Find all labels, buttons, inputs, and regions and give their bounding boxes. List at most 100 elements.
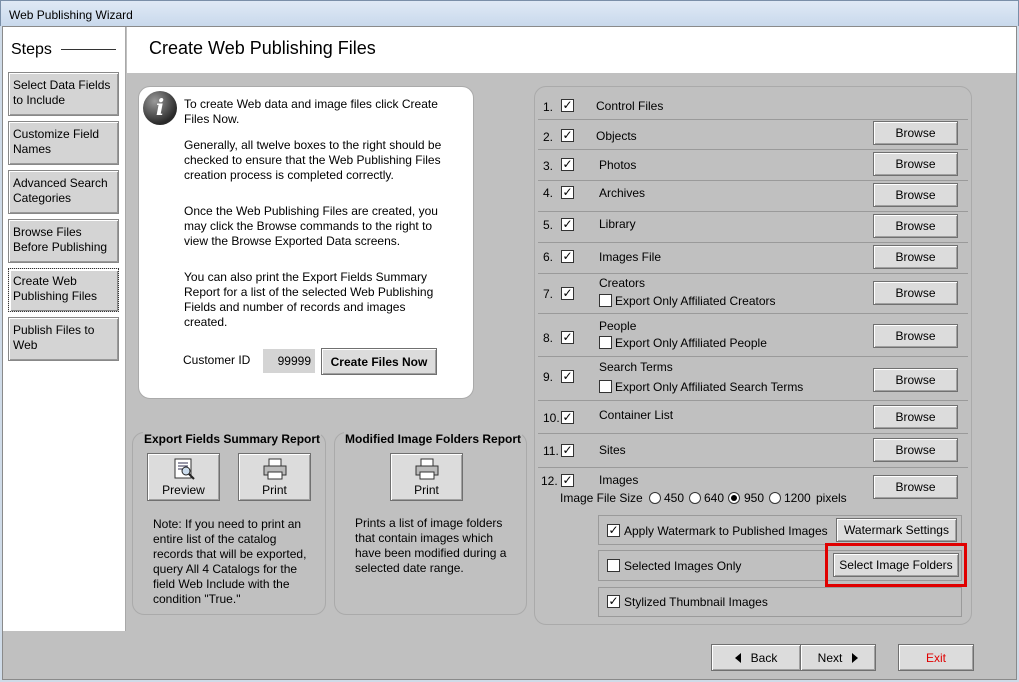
library-browse-button[interactable]: Browse (873, 214, 958, 238)
step-browse-files[interactable]: Browse Files Before Publishing (8, 219, 119, 263)
file-number: 11. (543, 444, 559, 458)
step-select-data-fields[interactable]: Select Data Fields to Include (8, 72, 119, 116)
modified-image-folders-panel: Modified Image Folders Report Print Prin… (334, 432, 527, 615)
photos-checkbox[interactable]: ✓ (561, 158, 574, 171)
window-title: Web Publishing Wizard (9, 8, 133, 22)
exit-button[interactable]: Exit (898, 644, 974, 671)
printer-icon (415, 458, 438, 480)
container-list-checkbox[interactable]: ✓ (561, 411, 574, 424)
archives-label: Archives (599, 186, 646, 200)
image-folders-print-button[interactable]: Print (390, 453, 463, 501)
file-number: 3. (543, 159, 554, 173)
apply-watermark-checkbox[interactable]: ✓ (607, 524, 620, 537)
file-number: 9. (543, 370, 554, 384)
export-summary-report-title: Export Fields Summary Report (143, 432, 322, 446)
info-panel: i To create Web data and image files cli… (138, 86, 474, 399)
affiliated-search-terms-label: Export Only Affiliated Search Terms (615, 380, 804, 394)
size-950-radio[interactable] (728, 492, 740, 504)
preview-button[interactable]: Preview (147, 453, 220, 501)
next-label: Next (817, 650, 843, 665)
row-divider (538, 467, 968, 468)
selected-images-only-checkbox[interactable] (607, 559, 620, 572)
pixels-unit-label: pixels (816, 491, 847, 505)
size-640-label: 640 (704, 491, 725, 505)
container-list-browse-button[interactable]: Browse (873, 405, 958, 429)
control-files-label: Control Files (596, 99, 664, 113)
affiliated-search-terms-checkbox[interactable] (599, 380, 612, 393)
control-files-checkbox[interactable]: ✓ (561, 99, 574, 112)
file-number: 2. (543, 130, 554, 144)
steps-heading: Steps (11, 41, 52, 58)
people-browse-button[interactable]: Browse (873, 324, 958, 348)
info-icon: i (143, 91, 177, 125)
search-terms-checkbox[interactable]: ✓ (561, 370, 574, 383)
container-list-label: Container List (599, 408, 674, 422)
arrow-left-icon (734, 652, 741, 663)
stylized-thumbnails-checkbox[interactable]: ✓ (607, 595, 620, 608)
affiliated-people-checkbox[interactable] (599, 336, 612, 349)
export-summary-note: Note: If you need to print an entire lis… (153, 517, 307, 606)
next-button[interactable]: Next (800, 644, 876, 671)
affiliated-people-label: Export Only Affiliated People (615, 336, 767, 350)
create-files-now-button[interactable]: Create Files Now (321, 348, 437, 375)
images-file-browse-button[interactable]: Browse (873, 245, 958, 269)
row-divider (538, 180, 968, 181)
creators-browse-button[interactable]: Browse (873, 281, 958, 305)
objects-checkbox[interactable]: ✓ (561, 129, 574, 142)
file-number: 8. (543, 331, 554, 345)
image-folders-note: Prints a list of image folders that cont… (355, 516, 507, 575)
preview-icon (174, 458, 195, 480)
export-summary-report-panel: Export Fields Summary Report Preview Pri… (132, 432, 326, 615)
row-divider (538, 273, 968, 274)
affiliated-creators-label: Export Only Affiliated Creators (615, 294, 776, 308)
export-summary-print-button[interactable]: Print (238, 453, 311, 501)
size-1200-radio[interactable] (769, 492, 781, 504)
affiliated-creators-checkbox[interactable] (599, 294, 612, 307)
library-checkbox[interactable]: ✓ (561, 218, 574, 231)
title-bar: Web Publishing Wizard (0, 0, 1019, 26)
file-number: 4. (543, 186, 554, 200)
step-customize-field-names[interactable]: Customize Field Names (8, 121, 119, 165)
row-divider (538, 211, 968, 212)
watermark-settings-button[interactable]: Watermark Settings (836, 518, 957, 542)
apply-watermark-label: Apply Watermark to Published Images (624, 524, 828, 538)
images-browse-button[interactable]: Browse (873, 475, 958, 499)
step-advanced-search-categories[interactable]: Advanced Search Categories (8, 170, 119, 214)
info-text-4: You can also print the Export Fields Sum… (184, 270, 434, 329)
size-950-label: 950 (744, 491, 765, 505)
file-number: 5. (543, 218, 554, 232)
library-label: Library (599, 217, 636, 231)
objects-label: Objects (596, 129, 637, 143)
select-image-folders-button[interactable]: Select Image Folders (833, 553, 959, 577)
people-checkbox[interactable]: ✓ (561, 331, 574, 344)
people-label: People (599, 319, 637, 333)
steps-divider (61, 49, 116, 50)
customer-id-field[interactable]: 99999 (263, 349, 315, 373)
page-title: Create Web Publishing Files (149, 38, 376, 58)
sites-label: Sites (599, 443, 626, 457)
objects-browse-button[interactable]: Browse (873, 121, 958, 145)
info-text-2: Generally, all twelve boxes to the right… (184, 138, 442, 182)
info-text-3: Once the Web Publishing Files are create… (184, 204, 438, 248)
step-publish-files[interactable]: Publish Files to Web (8, 317, 119, 361)
search-terms-browse-button[interactable]: Browse (873, 368, 958, 392)
images-file-checkbox[interactable]: ✓ (561, 250, 574, 263)
info-text-1: To create Web data and image files click… (184, 97, 438, 126)
images-checkbox[interactable]: ✓ (561, 474, 574, 487)
back-button[interactable]: Back (711, 644, 801, 671)
file-number: 7. (543, 287, 554, 301)
file-number: 10. (543, 411, 560, 425)
creators-checkbox[interactable]: ✓ (561, 287, 574, 300)
row-divider (538, 313, 968, 314)
photos-label: Photos (599, 158, 637, 172)
page-header: Create Web Publishing Files (127, 27, 1016, 73)
size-640-radio[interactable] (689, 492, 701, 504)
archives-browse-button[interactable]: Browse (873, 183, 958, 207)
step-create-web-publishing-files[interactable]: Create Web Publishing Files (8, 268, 119, 312)
sites-browse-button[interactable]: Browse (873, 438, 958, 462)
size-450-radio[interactable] (649, 492, 661, 504)
sites-checkbox[interactable]: ✓ (561, 444, 574, 457)
photos-browse-button[interactable]: Browse (873, 152, 958, 176)
archives-checkbox[interactable]: ✓ (561, 186, 574, 199)
row-divider (538, 149, 968, 150)
